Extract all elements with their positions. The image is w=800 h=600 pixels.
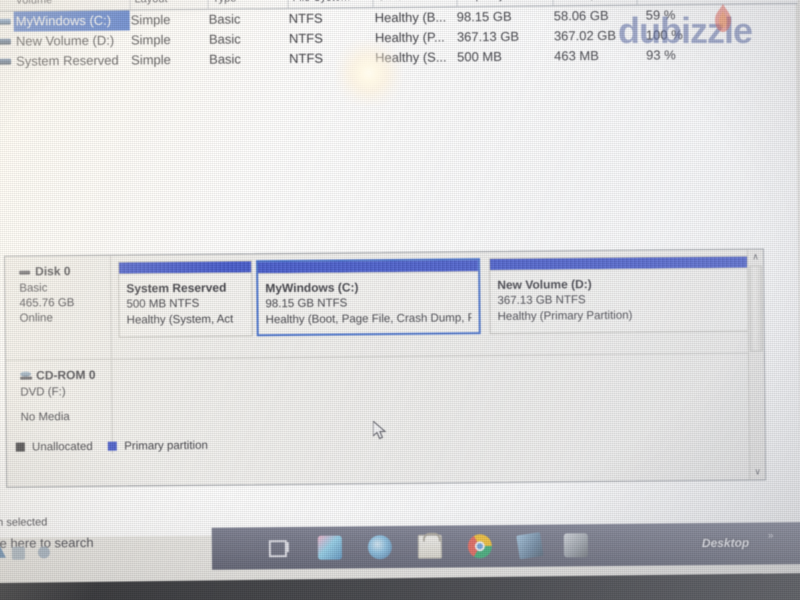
volume-name: New Volume (D:): [15, 32, 115, 49]
volume-capacity: 98.15 GB: [456, 8, 512, 25]
taskbar-tray[interactable]: Desktop »: [211, 521, 800, 570]
partition-health: Healthy (Primary Partition): [497, 309, 633, 323]
partition-health: Healthy (Boot, Page File, Crash Dump, Pr…: [265, 312, 472, 327]
partition-size: 500 MB NTFS: [126, 297, 200, 311]
disk-0-state: Online: [19, 312, 53, 325]
volume-type: Basic: [208, 31, 241, 47]
cortana-icon[interactable]: [367, 535, 393, 560]
legend-item-primary-partition: Primary partition: [107, 439, 208, 453]
scroll-up-arrow-icon[interactable]: ∧: [748, 249, 763, 264]
microsoft-store-icon[interactable]: [417, 534, 443, 559]
volume-disk-icon: [0, 58, 12, 65]
volume-capacity: 500 MB: [457, 48, 502, 65]
partition-text: New Volume (D:) 367.13 GB NTFS Healthy (…: [490, 269, 749, 325]
volume-layout: Simple: [131, 52, 171, 68]
volume-type: Basic: [209, 51, 241, 67]
mouse-cursor: [373, 421, 387, 440]
partition-name: MyWindows (C:): [265, 280, 359, 296]
volume-layout: Simple: [130, 12, 171, 28]
volume-disk-icon: [0, 38, 11, 45]
photos-icon[interactable]: [317, 535, 343, 560]
disk-0-partition-area: System Reserved 500 MB NTFS Healthy (Sys…: [112, 250, 750, 359]
file-explorer-icon[interactable]: [563, 533, 589, 558]
hard-disk-icon: [19, 270, 31, 275]
volume-capacity: 367.13 GB: [456, 28, 520, 45]
desktop-icons-row: [0, 545, 50, 560]
screen-photo: (C ) Volume Layout Type File System Stat…: [0, 0, 800, 600]
column-header-capacity[interactable]: Capacity: [456, 0, 553, 7]
volume-status: Healthy (P...: [374, 29, 445, 46]
column-header-type[interactable]: Type: [207, 0, 288, 9]
cdrom-0-type: DVD (F:): [20, 386, 66, 399]
primary-partition-swatch-icon: [107, 441, 117, 451]
volume-name: System Reserved: [16, 52, 119, 69]
google-chrome-icon[interactable]: [467, 534, 493, 559]
disk-row-disk-0[interactable]: Disk 0 Basic 465.76 GB Online System Res…: [4, 249, 750, 361]
partition-legend: Unallocated Primary partition: [15, 439, 220, 454]
volume-status: Healthy (S...: [375, 49, 447, 66]
partition-size: 98.15 GB NTFS: [265, 297, 348, 311]
partition-health: Healthy (System, Act: [126, 313, 234, 327]
scroll-down-arrow-icon[interactable]: ∨: [750, 464, 765, 479]
partition-mywindows-c[interactable]: MyWindows (C:) 98.15 GB NTFS Healthy (Bo…: [256, 258, 481, 337]
task-view-icon[interactable]: [268, 536, 292, 560]
cdrom-0-media-area: [113, 354, 749, 454]
desktop-shortcut-icons[interactable]: [0, 539, 70, 568]
cd-rom-drive-icon: [20, 371, 32, 379]
disk-0-size: 465.76 GB: [19, 297, 75, 310]
dubizzle-flame-icon: [715, 4, 731, 32]
disk-0-title: Disk 0: [35, 264, 71, 279]
desktop-peek-label[interactable]: Desktop: [702, 536, 749, 550]
disk-pane-scrollbar[interactable]: ∧ ∨: [746, 249, 766, 480]
disk-0-type: Basic: [19, 282, 48, 295]
column-header-free-space[interactable]: Free Spa...: [552, 0, 637, 6]
unallocated-swatch-icon: [15, 442, 25, 452]
status-bar-text: em selected: [0, 516, 48, 529]
column-header-volume[interactable]: Volume: [11, 0, 129, 11]
notepad-icon[interactable]: [516, 532, 544, 560]
volume-status: Healthy (B...: [374, 9, 447, 26]
partition-system-reserved[interactable]: System Reserved 500 MB NTFS Healthy (Sys…: [118, 260, 253, 338]
volume-filesystem: NTFS: [288, 10, 323, 26]
overflow-chevron-icon[interactable]: »: [768, 530, 774, 541]
cdrom-0-title-row: CD-ROM 0: [20, 368, 111, 384]
volume-type: Basic: [208, 11, 241, 27]
column-header-layout[interactable]: Layout: [129, 0, 208, 10]
volume-filesystem: NTFS: [289, 50, 324, 66]
partition-name: System Reserved: [126, 280, 227, 296]
partition-text: System Reserved 500 MB NTFS Healthy (Sys…: [119, 273, 252, 328]
legend-label-unallocated: Unallocated: [31, 440, 93, 454]
partition-new-volume-d[interactable]: New Volume (D:) 367.13 GB NTFS Healthy (…: [489, 255, 750, 335]
volume-disk-icon: [0, 18, 11, 25]
column-header-filesystem[interactable]: File System: [287, 0, 373, 8]
disk-0-title-row: Disk 0: [19, 264, 110, 280]
cdrom-0-no-media: No Media: [20, 411, 70, 424]
scrollbar-thumb[interactable]: [749, 265, 763, 352]
cdrom-0-title: CD-ROM 0: [36, 367, 96, 383]
partition-text: MyWindows (C:) 98.15 GB NTFS Healthy (Bo…: [258, 272, 479, 328]
legend-label-primary-partition: Primary partition: [124, 439, 208, 453]
volume-filesystem: NTFS: [288, 30, 323, 46]
volume-name: MyWindows (C:): [13, 10, 130, 32]
column-header-status[interactable]: Status: [372, 0, 457, 8]
legend-item-unallocated: Unallocated: [15, 440, 93, 454]
volume-layout: Simple: [130, 32, 171, 48]
column-header-percent-free[interactable]: % Free: [636, 0, 709, 5]
disk-0-info: Disk 0 Basic 465.76 GB Online: [4, 255, 112, 360]
disk-management-window: Volume Layout Type File System Status Ca…: [0, 0, 800, 538]
